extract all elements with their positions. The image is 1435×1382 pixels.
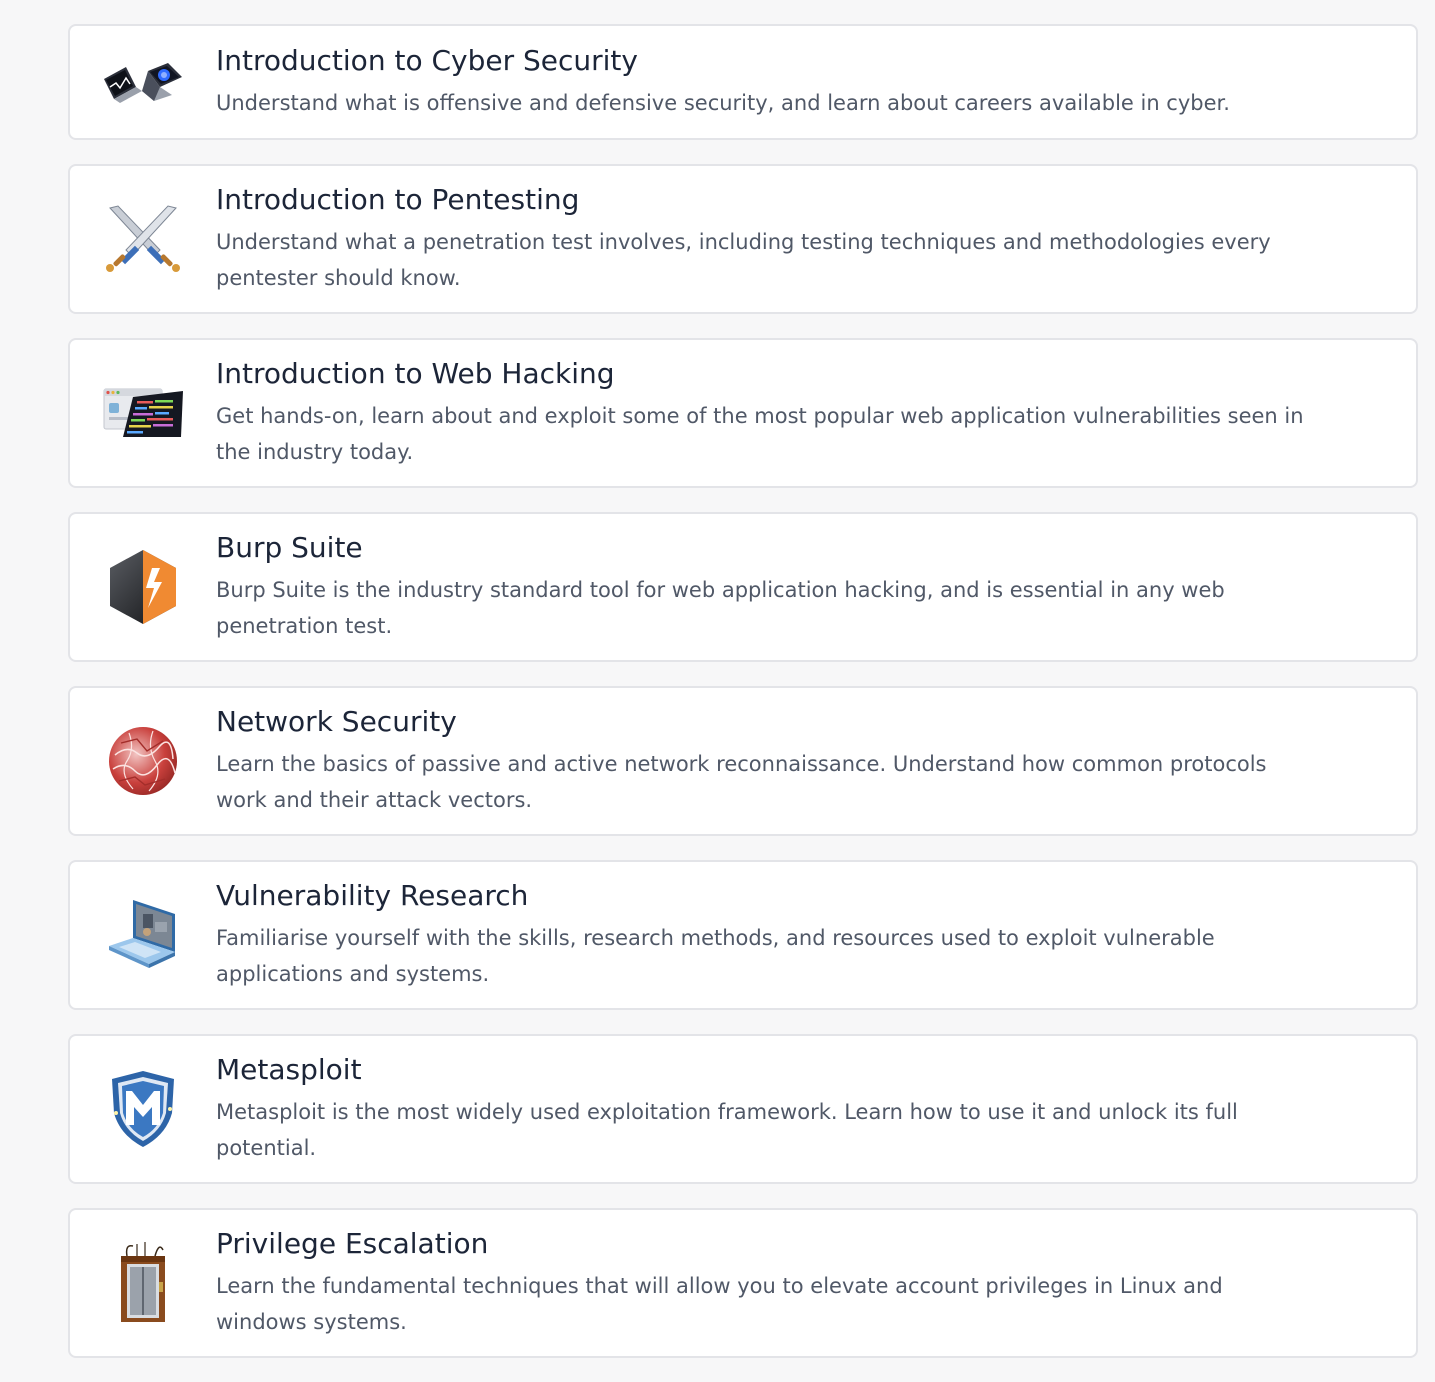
web-code-window-icon xyxy=(70,387,216,439)
module-description: Familiarise yourself with the skills, re… xyxy=(216,926,1215,986)
module-description: Get hands-on, learn about and exploit so… xyxy=(216,404,1304,464)
module-description: Learn the fundamental techniques that wi… xyxy=(216,1274,1223,1334)
module-title: Introduction to Pentesting xyxy=(216,183,580,216)
module-card-network-security[interactable]: Network Security Learn the basics of pas… xyxy=(68,686,1418,836)
module-title: Privilege Escalation xyxy=(216,1227,489,1260)
module-card-metasploit[interactable]: Metasploit Metasploit is the most widely… xyxy=(68,1034,1418,1184)
laptops-icon xyxy=(70,57,216,107)
elevator-icon xyxy=(70,1242,216,1324)
module-card-vulnerability-research[interactable]: Vulnerability Research Familiarise yours… xyxy=(68,860,1418,1010)
module-description: Understand what a penetration test invol… xyxy=(216,230,1271,290)
module-card-intro-cyber-security[interactable]: Introduction to Cyber Security Understan… xyxy=(68,24,1418,140)
metasploit-shield-icon xyxy=(70,1069,216,1149)
module-description: Learn the basics of passive and active n… xyxy=(216,752,1267,812)
module-description: Burp Suite is the industry standard tool… xyxy=(216,578,1225,638)
burp-suite-icon xyxy=(70,548,216,626)
module-list: Introduction to Cyber Security Understan… xyxy=(68,24,1418,1382)
crossed-swords-icon xyxy=(70,204,216,274)
research-laptop-icon xyxy=(70,896,216,974)
module-title: Burp Suite xyxy=(216,531,363,564)
module-card-burp-suite[interactable]: Burp Suite Burp Suite is the industry st… xyxy=(68,512,1418,662)
module-title: Introduction to Web Hacking xyxy=(216,357,615,390)
module-description: Metasploit is the most widely used explo… xyxy=(216,1100,1238,1160)
module-card-intro-pentesting[interactable]: Introduction to Pentesting Understand wh… xyxy=(68,164,1418,314)
module-card-intro-web-hacking[interactable]: Introduction to Web Hacking Get hands-on… xyxy=(68,338,1418,488)
module-title: Introduction to Cyber Security xyxy=(216,44,638,77)
module-title: Metasploit xyxy=(216,1053,362,1086)
module-title: Vulnerability Research xyxy=(216,879,529,912)
network-globe-icon xyxy=(70,725,216,797)
module-description: Understand what is offensive and defensi… xyxy=(216,91,1230,115)
module-title: Network Security xyxy=(216,705,457,738)
module-card-privilege-escalation[interactable]: Privilege Escalation Learn the fundament… xyxy=(68,1208,1418,1358)
